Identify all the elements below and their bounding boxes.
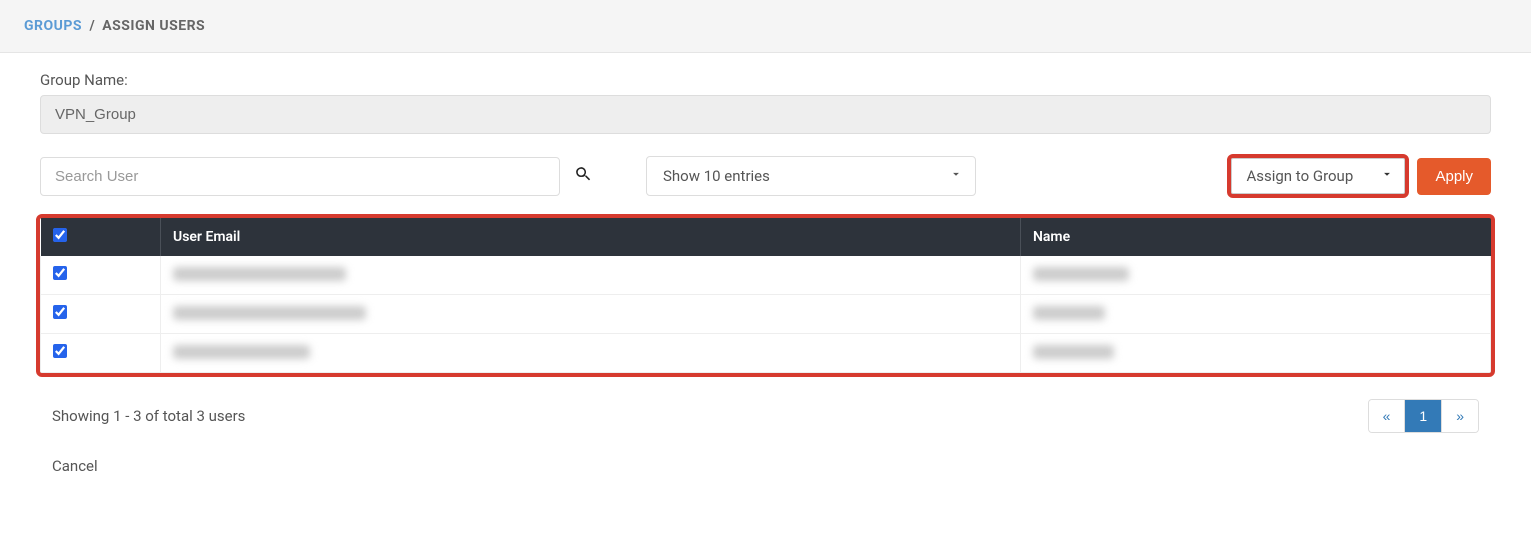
row-email: ████████████████████ <box>173 267 346 281</box>
select-all-checkbox[interactable] <box>53 228 67 242</box>
cancel-link[interactable]: Cancel <box>40 457 98 475</box>
users-table: User Email Name ████████████████████████… <box>40 218 1491 373</box>
table-row: ████████████████████████████████ <box>41 334 1491 373</box>
assign-select[interactable]: Assign to Group <box>1231 158 1405 194</box>
row-name: ██████ <box>1033 306 1105 320</box>
row-name-cell: ██████ <box>1021 295 1491 334</box>
users-table-container: User Email Name ████████████████████████… <box>40 218 1491 373</box>
header-name: Name <box>1021 218 1491 256</box>
table-row: █████████████████████ <box>41 295 1491 334</box>
row-email: ████████████████████ <box>173 345 310 359</box>
header-email: User Email <box>161 218 1021 256</box>
page-1-button[interactable]: 1 <box>1405 400 1442 432</box>
assign-label: Assign to Group <box>1246 167 1353 185</box>
row-name: ████████████ <box>1033 267 1129 281</box>
chevron-down-icon <box>949 167 963 185</box>
pagination: « 1 » <box>1368 399 1479 433</box>
breadcrumb: GROUPS / ASSIGN USERS <box>0 0 1531 53</box>
row-checkbox[interactable] <box>53 305 67 319</box>
search-input[interactable] <box>40 157 560 196</box>
row-name-cell: ████████████ <box>1021 334 1491 373</box>
row-email-cell: ███████████████ <box>161 295 1021 334</box>
row-checkbox[interactable] <box>53 344 67 358</box>
row-checkbox-cell <box>41 334 161 373</box>
page-next-button[interactable]: » <box>1442 400 1478 432</box>
row-email: ███████████████ <box>173 306 366 320</box>
page-prev-button[interactable]: « <box>1369 400 1406 432</box>
breadcrumb-current: ASSIGN USERS <box>102 18 205 34</box>
row-checkbox[interactable] <box>53 266 67 280</box>
row-name-cell: ████████████ <box>1021 256 1491 295</box>
row-checkbox-cell <box>41 295 161 334</box>
group-name-field[interactable] <box>40 95 1491 134</box>
row-checkbox-cell <box>41 256 161 295</box>
breadcrumb-link-groups[interactable]: GROUPS <box>24 18 82 34</box>
apply-button[interactable]: Apply <box>1417 158 1491 195</box>
entries-select[interactable]: Show 10 entries <box>646 156 976 196</box>
search-icon[interactable] <box>574 165 592 187</box>
breadcrumb-separator: / <box>86 18 99 34</box>
row-name: ████████████ <box>1033 345 1114 359</box>
row-email-cell: ████████████████████ <box>161 334 1021 373</box>
chevron-down-icon <box>1380 167 1394 185</box>
showing-text: Showing 1 - 3 of total 3 users <box>52 407 245 425</box>
group-name-label: Group Name: <box>40 71 1491 89</box>
header-select-all <box>41 218 161 256</box>
table-row: ████████████████████████████████ <box>41 256 1491 295</box>
row-email-cell: ████████████████████ <box>161 256 1021 295</box>
entries-label: Show 10 entries <box>663 167 770 185</box>
